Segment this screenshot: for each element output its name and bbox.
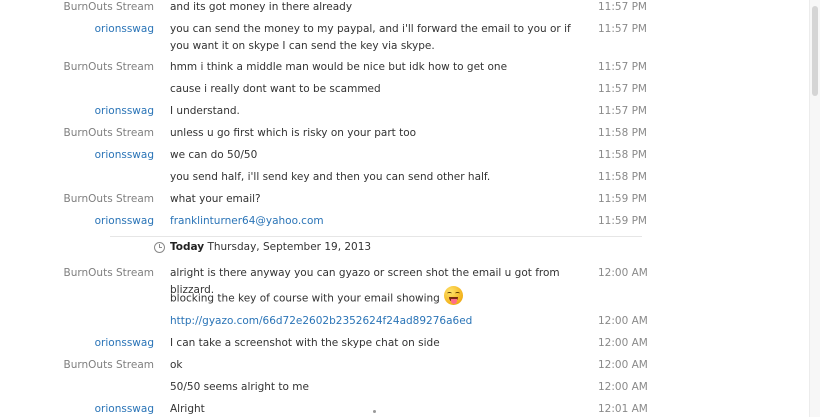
tongue-out-emoji-icon bbox=[443, 286, 463, 305]
day-divider-today: Today bbox=[170, 241, 205, 253]
message-sender[interactable]: BurnOuts Stream bbox=[4, 127, 154, 139]
message-time: 12:01 AM bbox=[598, 403, 648, 415]
scrollbar-thumb[interactable] bbox=[812, 6, 818, 96]
chat-history: BurnOuts Stream and its got money in the… bbox=[0, 0, 805, 417]
message-text: you send half, i'll send key and then yo… bbox=[170, 171, 491, 183]
message-sender[interactable]: orionsswag bbox=[4, 23, 154, 35]
chat-scrollbar[interactable] bbox=[809, 0, 820, 417]
message-sender[interactable]: orionsswag bbox=[4, 105, 154, 117]
message-text: hmm i think a middle man would be nice b… bbox=[170, 61, 508, 73]
message-sender[interactable]: BurnOuts Stream bbox=[4, 193, 154, 205]
message-text: blocking the key of course with your ema… bbox=[170, 292, 440, 305]
message-time: 12:00 AM bbox=[598, 359, 648, 371]
message-text: I understand. bbox=[170, 105, 240, 117]
message-sender[interactable]: orionsswag bbox=[4, 337, 154, 349]
message-time: 11:57 PM bbox=[598, 83, 647, 95]
message-text: what your email? bbox=[170, 193, 261, 205]
message-text: we can do 50/50 bbox=[170, 149, 258, 161]
day-divider-label: Today Thursday, September 19, 2013 bbox=[170, 241, 371, 253]
message-time: 11:59 PM bbox=[598, 215, 647, 227]
clock-icon bbox=[154, 242, 165, 253]
message-time: 12:00 AM bbox=[598, 267, 648, 279]
day-divider-line bbox=[110, 236, 642, 237]
message-time: 11:57 PM bbox=[598, 23, 647, 35]
message-sender[interactable]: BurnOuts Stream bbox=[4, 267, 154, 279]
gyazo-link[interactable]: http://gyazo.com/66d72e2602b2352624f24ad… bbox=[170, 313, 590, 330]
message-time: 11:58 PM bbox=[598, 127, 647, 139]
message-sender[interactable]: orionsswag bbox=[4, 149, 154, 161]
message-time: 11:59 PM bbox=[598, 193, 647, 205]
message-text: Alright bbox=[170, 403, 205, 415]
message-time: 12:00 AM bbox=[598, 315, 648, 327]
message-time: 12:00 AM bbox=[598, 381, 648, 393]
message-text: 50/50 seems alright to me bbox=[170, 381, 309, 393]
resize-grip-dot bbox=[373, 410, 376, 413]
message-time: 11:58 PM bbox=[598, 171, 647, 183]
message-sender[interactable]: orionsswag bbox=[4, 215, 154, 227]
message-text-with-emoji: blocking the key of course with your ema… bbox=[170, 286, 590, 308]
message-time: 11:57 PM bbox=[598, 61, 647, 73]
message-text: I can take a screenshot with the skype c… bbox=[170, 337, 440, 349]
day-divider-date: Thursday, September 19, 2013 bbox=[207, 241, 372, 253]
message-time: 11:57 PM bbox=[598, 1, 647, 13]
message-text: ok bbox=[170, 359, 183, 371]
message-sender[interactable]: BurnOuts Stream bbox=[4, 61, 154, 73]
message-text: cause i really dont want to be scammed bbox=[170, 83, 381, 95]
message-text: unless u go first which is risky on your… bbox=[170, 127, 417, 139]
message-time: 12:00 AM bbox=[598, 337, 648, 349]
message-sender[interactable]: BurnOuts Stream bbox=[4, 1, 154, 13]
message-time: 11:57 PM bbox=[598, 105, 647, 117]
email-link[interactable]: franklinturner64@yahoo.com bbox=[170, 213, 590, 230]
message-sender[interactable]: BurnOuts Stream bbox=[4, 359, 154, 371]
message-sender[interactable]: orionsswag bbox=[4, 403, 154, 415]
message-text: you can send the money to my paypal, and… bbox=[170, 23, 571, 52]
message-time: 11:58 PM bbox=[598, 149, 647, 161]
message-text: and its got money in there already bbox=[170, 1, 353, 13]
